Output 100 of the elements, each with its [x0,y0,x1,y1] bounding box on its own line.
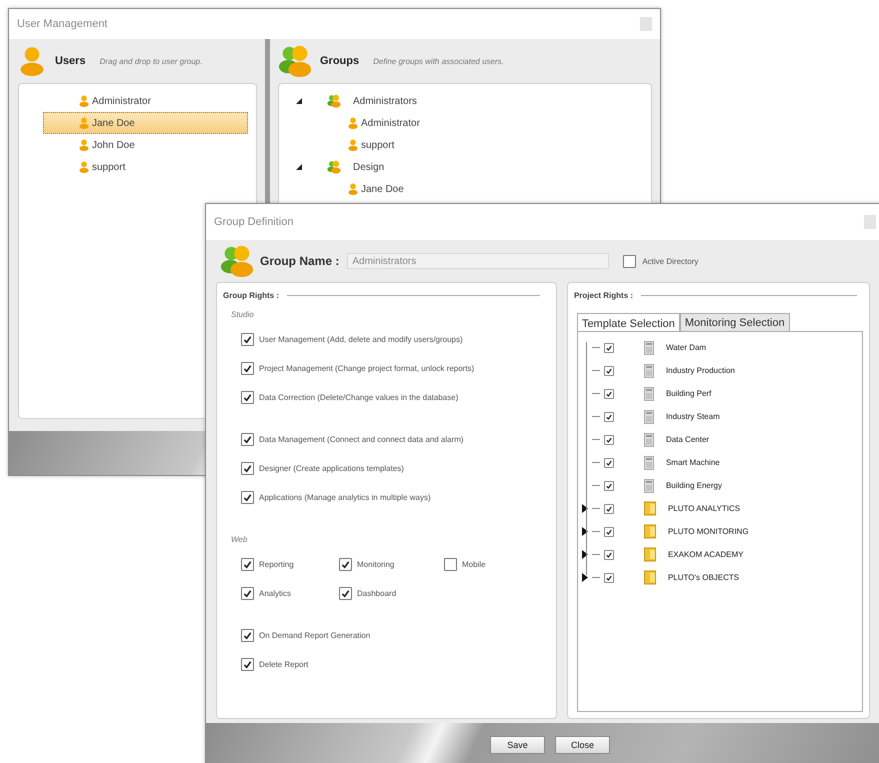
panel-hint: Drag and drop to user group. [100,56,202,66]
checkbox-label: Monitoring [357,560,394,569]
checkbox-label: Analytics [259,589,292,598]
template-name: PLUTO's OBJECTS [668,573,740,582]
panel-title: Users [55,55,86,67]
checkbox[interactable] [604,434,614,444]
panel-title: Groups [320,55,360,67]
checkbox[interactable] [604,342,614,352]
checkbox-label: Reporting [259,560,294,569]
tab[interactable]: Template Selection [576,313,680,332]
checkbox[interactable] [604,480,614,490]
template-name: PLUTO ANALYTICS [668,504,740,513]
section-label: Web [231,535,248,544]
checkbox[interactable] [241,433,254,446]
user-name: John Doe [92,140,135,150]
checkbox[interactable] [241,629,254,642]
section-title: Project Rights : [574,291,634,300]
template-name: Industry Steam [666,412,720,421]
checkbox[interactable] [444,558,457,571]
checkbox[interactable] [339,558,352,571]
folder-icon [644,570,656,585]
checkbox[interactable] [241,362,254,375]
group-icon [220,244,254,278]
group-name: Design [353,162,384,172]
checkbox[interactable] [604,550,614,560]
field-label: Group Name : [260,254,340,268]
checkbox[interactable] [604,412,614,422]
checkbox[interactable] [604,366,614,376]
group-name: Administrators [353,96,417,106]
user-icon [78,161,90,173]
user-list-item[interactable]: Jane Doe [43,112,248,134]
checkbox-label: Delete Report [259,660,308,669]
template-name: Data Center [666,435,710,444]
checkbox[interactable] [604,572,614,582]
document-icon [644,478,654,492]
template-name: EXAKOM ACADEMY [668,550,744,559]
tab[interactable]: Monitoring Selection [680,313,790,331]
checkbox[interactable] [241,462,254,475]
expander-icon[interactable] [295,97,303,105]
template-name: Smart Machine [666,458,720,467]
user-list-item[interactable]: Administrator [43,90,248,112]
checkbox-label: Dashboard [357,589,396,598]
document-icon [644,432,654,446]
user-name: support [361,140,394,150]
window-title: User Management [17,18,108,30]
expander-icon[interactable] [295,163,303,171]
template-name: Building Perf [666,389,712,398]
checkbox[interactable] [241,658,254,671]
user-icon [347,117,359,129]
panel-hint: Define groups with associated users. [373,56,504,66]
dialog-button[interactable]: Close [555,736,610,754]
folder-icon [644,501,656,516]
user-name: Administrator [361,118,420,128]
user-icon [78,139,90,151]
checkbox[interactable] [604,388,614,398]
group-icon [327,94,341,108]
checkbox-label: On Demand Report Generation [259,631,370,640]
expander-icon[interactable] [582,550,588,559]
document-icon [644,456,654,470]
user-icon [78,117,90,129]
checkbox-label: Data Correction (Delete/Change values in the database) [259,393,458,402]
checkbox-label: Data Management (Connect and connect data and alarm) [259,435,464,444]
expander-icon[interactable] [582,504,588,513]
group-icon [327,160,341,174]
checkbox[interactable] [241,558,254,571]
checkbox-label: Mobile [462,560,486,569]
user-list-item[interactable]: support [43,156,248,178]
checkbox[interactable] [623,254,636,268]
checkbox-label: Designer (Create applications templates) [259,464,404,473]
user-list-item[interactable]: John Doe [43,134,248,156]
expander-icon[interactable] [582,573,588,582]
template-name: Industry Production [666,366,735,375]
checkbox[interactable] [241,391,254,404]
checkbox-label: Project Management (Change project format, unlock reports) [259,364,474,373]
template-name: PLUTO MONITORING [668,527,749,536]
user-icon [347,183,359,195]
window-title: Group Definition [214,216,294,228]
checkbox[interactable] [604,504,614,514]
dialog-button[interactable]: Save [490,736,545,754]
checkbox-label: Applications (Manage analytics in multiple ways) [259,493,431,502]
user-icon [347,139,359,151]
document-icon [644,386,654,400]
checkbox[interactable] [241,587,254,600]
group-icon [278,44,312,78]
checkbox-label: User Management (Add, delete and modify users/groups) [259,335,463,344]
document-icon [644,364,654,378]
section-label: Studio [231,310,255,319]
checkbox[interactable] [241,491,254,504]
expander-icon[interactable] [582,527,588,536]
user-name: Jane Doe [361,184,404,194]
checkbox[interactable] [604,526,614,536]
checkbox[interactable] [604,458,614,468]
folder-icon [644,547,656,562]
checkbox[interactable] [241,333,254,346]
user-name: support [92,162,126,172]
folder-icon [644,524,656,539]
checkbox[interactable] [339,587,352,600]
checkbox-label: Active Directory [642,256,698,266]
user-name: Administrator [92,96,151,106]
template-name: Building Energy [666,481,722,490]
